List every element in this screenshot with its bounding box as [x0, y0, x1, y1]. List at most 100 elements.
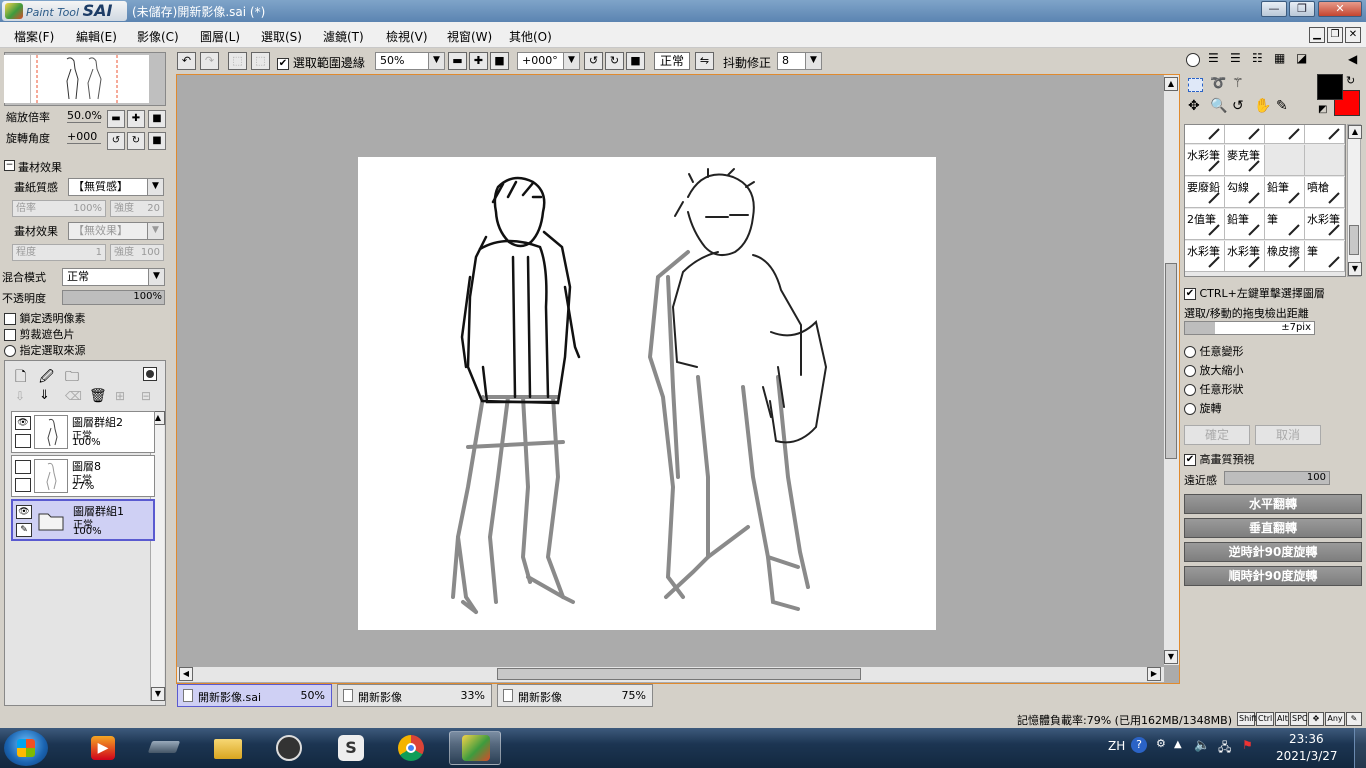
flip-vertical-button[interactable]: 垂直翻轉: [1184, 518, 1362, 538]
new-folder-icon[interactable]: 🗀: [65, 366, 79, 390]
layer-lock-toggle[interactable]: [15, 478, 31, 492]
angle-select[interactable]: +000° ▼: [517, 52, 580, 70]
start-button[interactable]: [4, 730, 48, 766]
opacity-slider[interactable]: 100%: [62, 290, 165, 305]
scanner-taskbar-icon[interactable]: [138, 731, 190, 765]
magic-wand-icon[interactable]: ⚚: [1232, 76, 1244, 91]
scroll-down-icon[interactable]: ▼: [1348, 262, 1362, 276]
brush-slot[interactable]: 水彩筆: [1225, 241, 1265, 272]
brush-slot[interactable]: 筆: [1305, 241, 1345, 272]
lasso-icon[interactable]: ➰: [1210, 76, 1226, 91]
drag-distance-slider[interactable]: ±7pix: [1184, 321, 1315, 335]
zoom-out-button[interactable]: ▬: [448, 52, 467, 70]
zoom-reset-button[interactable]: ■: [490, 52, 509, 70]
layer-item-group2[interactable]: 👁 圖層群組2 正常 100%: [11, 411, 155, 453]
trash-icon[interactable]: 🗑: [89, 388, 107, 404]
show-hidden-icons-icon[interactable]: ▲: [1174, 739, 1182, 750]
menu-window[interactable]: 視窗(W): [447, 28, 492, 45]
ctrl-select-checkbox[interactable]: ✔: [1184, 288, 1196, 300]
brush-slot[interactable]: [1265, 145, 1305, 176]
flip-view-button[interactable]: ⇋: [695, 52, 714, 70]
rotate-reset-button[interactable]: ■: [626, 52, 645, 70]
ime-settings-icon[interactable]: ⚙: [1156, 737, 1166, 750]
pen-icon[interactable]: ✎: [16, 523, 32, 537]
hand-icon[interactable]: ✋: [1254, 98, 1271, 114]
ok-button[interactable]: 確定: [1184, 425, 1250, 445]
layer-item-group1[interactable]: 👁 ✎ 圖層群組1 正常 100%: [11, 499, 155, 541]
collapse-panel-icon[interactable]: ◀: [1348, 52, 1357, 66]
rotate-reset-button[interactable]: ■: [148, 132, 166, 150]
ctrl-select-option[interactable]: ✔ CTRL+左鍵單擊選擇圖層: [1184, 285, 1325, 301]
transform-radio[interactable]: [1184, 384, 1196, 396]
transform-option-free[interactable]: 任意變形: [1184, 343, 1244, 359]
redo-button[interactable]: ↷: [200, 52, 219, 70]
flip-horizontal-button[interactable]: 水平翻轉: [1184, 494, 1362, 514]
selection-edge-checkbox[interactable]: ✔: [277, 57, 289, 70]
rotate-ccw-button[interactable]: ↺: [584, 52, 603, 70]
rgb-slider-icon[interactable]: ☰: [1208, 52, 1219, 64]
clip-studio-taskbar-icon[interactable]: S: [326, 731, 378, 765]
transform-radio[interactable]: [1184, 403, 1196, 415]
menu-select[interactable]: 選取(S): [261, 28, 302, 45]
mdi-minimize-button[interactable]: ▁: [1309, 27, 1325, 43]
scratchpad-icon[interactable]: ▦: [1274, 52, 1285, 64]
canvas-horizontal-thumb[interactable]: [497, 668, 861, 680]
scroll-up-icon[interactable]: ▲: [1164, 77, 1178, 91]
eyedropper-icon[interactable]: ✎: [1276, 98, 1288, 114]
transform-radio[interactable]: [1184, 346, 1196, 358]
hsv-slider-icon[interactable]: ☰: [1230, 52, 1241, 64]
file-explorer-taskbar-icon[interactable]: [202, 731, 254, 765]
reset-colors-icon[interactable]: ◩: [1318, 104, 1327, 115]
brush-slot[interactable]: 水彩筆: [1305, 209, 1345, 240]
scroll-right-icon[interactable]: ▶: [1147, 667, 1161, 681]
canvas-paper[interactable]: [358, 157, 936, 630]
canvas-horizontal-scrollbar[interactable]: ◀ ▶: [177, 667, 1164, 682]
palette-icon[interactable]: ◪: [1296, 52, 1307, 64]
selection-edge-option[interactable]: ✔ 選取範圍邊緣: [277, 54, 365, 71]
zoom-select[interactable]: 50% ▼: [375, 52, 445, 70]
obs-taskbar-icon[interactable]: [264, 731, 316, 765]
menu-layer[interactable]: 圖層(L): [200, 28, 240, 45]
menu-edit[interactable]: 編輯(E): [76, 28, 117, 45]
select-source-option[interactable]: 指定選取來源: [4, 342, 86, 358]
lock-alpha-option[interactable]: 鎖定透明像素: [4, 310, 86, 326]
menu-filter[interactable]: 濾鏡(T): [323, 28, 364, 45]
brush-slot[interactable]: 2值筆: [1185, 209, 1225, 240]
brush-slot[interactable]: [1185, 125, 1225, 144]
brush-slot[interactable]: [1305, 145, 1345, 176]
maximize-button[interactable]: ❐: [1289, 1, 1315, 17]
perspective-slider[interactable]: 100: [1224, 471, 1330, 485]
brush-slot[interactable]: [1265, 125, 1305, 144]
brush-slot[interactable]: 噴槍: [1305, 177, 1345, 208]
lock-alpha-checkbox[interactable]: [4, 313, 16, 325]
color-wheel-icon[interactable]: [1186, 53, 1200, 67]
mdi-restore-button[interactable]: ❐: [1327, 27, 1343, 43]
menu-image[interactable]: 影像(C): [137, 28, 179, 45]
layer-item-layer8[interactable]: 圖層8 正常 27%: [11, 455, 155, 497]
rotate-tool-icon[interactable]: ↺: [1232, 98, 1244, 114]
rotate-ccw-90-button[interactable]: 逆時針90度旋轉: [1184, 542, 1362, 562]
zoom-value[interactable]: 50.0%: [67, 109, 102, 123]
foreground-color-swatch[interactable]: [1317, 74, 1343, 100]
brush-slot[interactable]: 筆: [1265, 209, 1305, 240]
clear-layer-icon[interactable]: ⌫: [65, 389, 82, 403]
rotate-cw-90-button[interactable]: 順時針90度旋轉: [1184, 566, 1362, 586]
menu-view[interactable]: 檢視(V): [386, 28, 428, 45]
doc-tab-2[interactable]: 開新影像 33%: [337, 684, 492, 707]
brush-slot[interactable]: [1305, 125, 1345, 144]
brush-slot[interactable]: 要廢鉛: [1185, 177, 1225, 208]
swap-colors-icon[interactable]: ↻: [1346, 74, 1355, 87]
brush-slot[interactable]: [1225, 125, 1265, 144]
invert-selection-button[interactable]: ⬚: [251, 52, 270, 70]
clock-date[interactable]: 2021/3/27: [1276, 749, 1338, 763]
visibility-toggle[interactable]: [15, 460, 31, 474]
layer-mask-icon[interactable]: [143, 367, 157, 381]
action-center-flag-icon[interactable]: ⚑: [1242, 738, 1253, 752]
effects-collapse-toggle[interactable]: −: [4, 160, 15, 171]
brush-slot[interactable]: 勾線: [1225, 177, 1265, 208]
network-icon[interactable]: 🖧: [1218, 738, 1231, 759]
menu-other[interactable]: 其他(O): [509, 28, 552, 45]
deselect-button[interactable]: ⬚: [228, 52, 247, 70]
brush-slot[interactable]: 水彩筆: [1185, 145, 1225, 176]
swatches-icon[interactable]: ☷: [1252, 52, 1263, 64]
